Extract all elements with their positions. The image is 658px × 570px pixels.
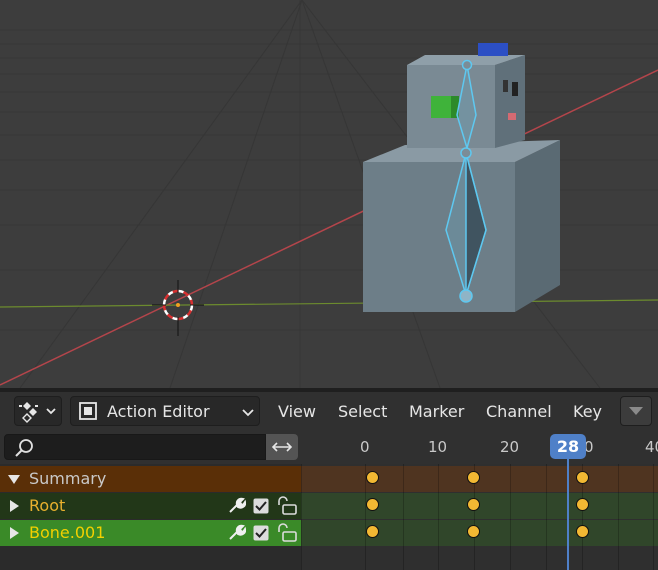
grid-line [403, 464, 404, 570]
triangle-down-icon[interactable] [6, 471, 22, 487]
triangle-right-icon[interactable] [6, 525, 22, 541]
keyframe[interactable] [467, 471, 480, 484]
wrench-icon[interactable] [226, 523, 246, 543]
chevron-down-icon [242, 409, 254, 417]
frame-tick: 10 [428, 438, 448, 456]
keyframe[interactable] [467, 525, 480, 538]
search-input[interactable] [4, 434, 266, 460]
menu-key[interactable]: Key [573, 402, 602, 421]
keyframe[interactable] [576, 525, 589, 538]
y-axis-line [0, 299, 658, 308]
playhead[interactable] [567, 455, 569, 570]
menu-view[interactable]: View [278, 402, 316, 421]
keyframe[interactable] [576, 498, 589, 511]
frame-tick: 0 [360, 438, 370, 456]
keyframe[interactable] [467, 498, 480, 511]
unlock-icon[interactable] [276, 523, 298, 543]
dopesheet-icon [19, 402, 56, 423]
channel-label: Root [29, 496, 66, 515]
swap-arrows-icon [271, 442, 293, 452]
grid-line [653, 464, 654, 570]
keyframe[interactable] [366, 471, 379, 484]
viewport-scene [0, 0, 658, 388]
grid-line [510, 464, 511, 570]
grid-line [546, 464, 547, 570]
mode-dropdown[interactable]: Action Editor [70, 396, 260, 426]
3d-viewport[interactable] [0, 0, 658, 388]
keyframe[interactable] [366, 498, 379, 511]
checkbox-icon[interactable] [253, 498, 269, 514]
triangle-down-icon [629, 407, 643, 415]
dopesheet-header: Action Editor View Select Marker Channel… [0, 392, 658, 430]
current-frame-indicator[interactable]: 28 [550, 434, 586, 459]
action-editor-icon [79, 402, 97, 420]
channel-label: Bone.001 [29, 523, 106, 542]
menu-select[interactable]: Select [338, 402, 387, 421]
frame-ruler[interactable]: 0 10 20 0 40 [301, 430, 658, 464]
channel-bone-001[interactable]: Bone.001 [0, 520, 301, 546]
channel-list: Summary Root Bone.001 [0, 464, 301, 570]
keyframe[interactable] [576, 471, 589, 484]
frame-tick: 40 [645, 438, 658, 456]
wrench-icon[interactable] [226, 496, 246, 516]
unlock-icon[interactable] [276, 496, 298, 516]
menu-marker[interactable]: Marker [409, 402, 464, 421]
menu-channel[interactable]: Channel [486, 402, 552, 421]
checkbox-icon[interactable] [253, 525, 269, 541]
grid-line [618, 464, 619, 570]
channel-label: Summary [29, 469, 107, 488]
mode-dropdown-label: Action Editor [107, 402, 210, 421]
triangle-right-icon[interactable] [6, 498, 22, 514]
grid-line [438, 464, 439, 570]
keyframe-area[interactable] [301, 464, 658, 570]
filter-dropdown[interactable] [620, 396, 652, 426]
keyframe[interactable] [366, 525, 379, 538]
grid-line [301, 464, 302, 570]
channel-summary[interactable]: Summary [0, 466, 301, 492]
channel-root[interactable]: Root [0, 493, 301, 519]
search-icon [15, 439, 33, 457]
frame-tick: 20 [500, 438, 520, 456]
editor-type-button[interactable] [14, 396, 62, 426]
swap-button[interactable] [266, 434, 298, 460]
